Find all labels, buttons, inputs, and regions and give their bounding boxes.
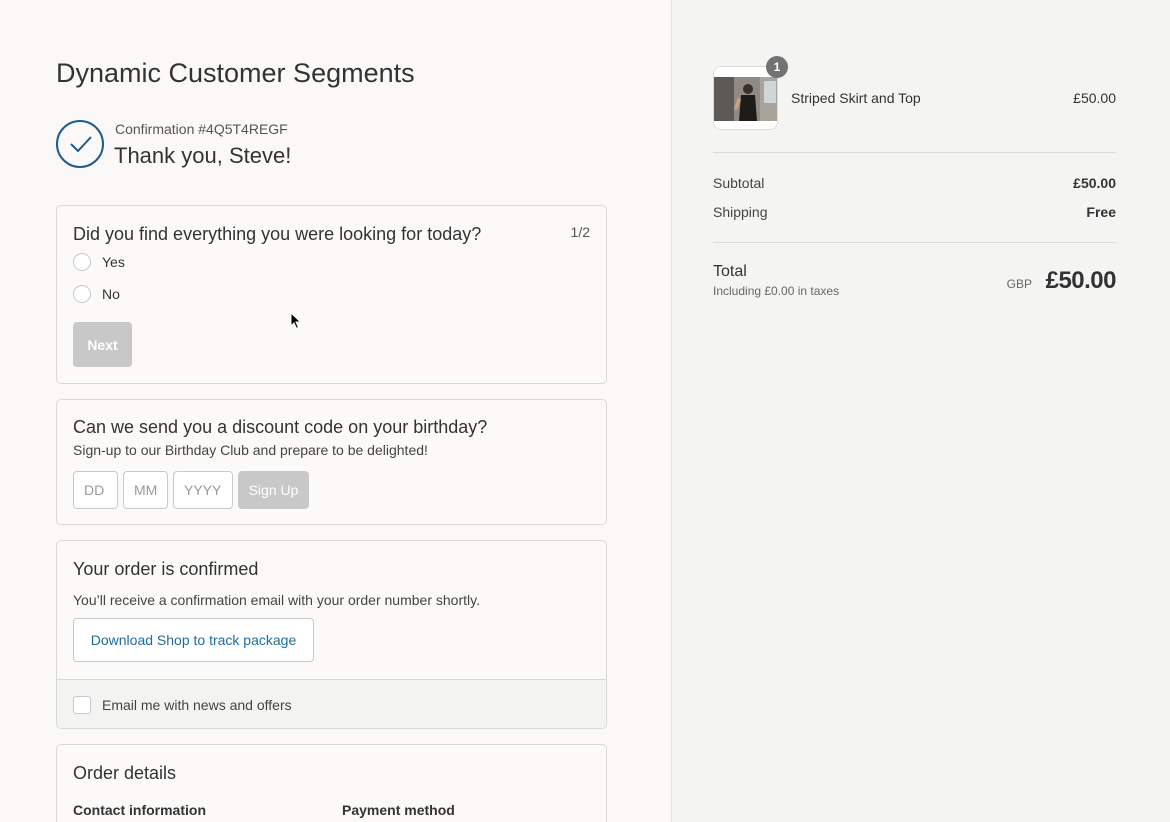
product-price: £50.00 [1073,90,1116,106]
tax-note: Including £0.00 in taxes [713,284,840,298]
shop-name: Dynamic Customer Segments [56,58,415,88]
contact-information-heading: Contact information [73,802,206,818]
product-name: Striped Skirt and Top [791,90,921,106]
subtotal-label: Subtotal [713,175,765,191]
grand-total: £50.00 [1045,267,1117,294]
order-details-title: Order details [73,763,177,783]
birthday-title: Can we send you a discount code on your … [73,417,488,437]
product-thumbnail [713,66,778,130]
order-confirmed-card: Your order is confirmed You’ll receive a… [56,540,607,729]
order-details-card: Order details Contact information Paymen… [56,744,607,822]
order-confirmed-subtitle: You’ll receive a confirmation email with… [73,592,480,608]
check-circle-icon [56,120,104,168]
shipping-value: Free [1086,204,1116,220]
birthday-month-input[interactable] [123,471,168,509]
next-button[interactable]: Next [73,322,132,367]
subtotal-value: £50.00 [1073,175,1116,191]
payment-method-heading: Payment method [342,802,455,818]
thank-you-heading: Thank you, Steve! [114,143,292,168]
newsletter-label: Email me with news and offers [102,697,292,713]
sign-up-button[interactable]: Sign Up [238,471,309,509]
survey-step: 1/2 [570,224,590,240]
birthday-subtitle: Sign-up to our Birthday Club and prepare… [73,442,428,458]
option-yes[interactable]: Yes [73,253,125,271]
option-no-label: No [102,286,120,302]
quantity-badge: 1 [766,56,788,78]
shipping-label: Shipping [713,204,768,220]
confirmation-number: Confirmation #4Q5T4REGF [115,121,288,137]
survey-question: Did you find everything you were looking… [73,224,482,244]
radio-no[interactable] [73,285,91,303]
divider [713,242,1116,243]
birthday-day-input[interactable] [73,471,118,509]
newsletter-row[interactable]: Email me with news and offers [57,679,606,728]
birthday-card: Can we send you a discount code on your … [56,399,607,525]
download-shop-button[interactable]: Download Shop to track package [73,618,314,662]
option-no[interactable]: No [73,285,120,303]
birthday-year-input[interactable] [173,471,233,509]
order-confirmed-title: Your order is confirmed [73,559,259,579]
option-yes-label: Yes [102,254,125,270]
currency-code: GBP [1006,277,1032,291]
divider [713,152,1116,153]
newsletter-checkbox[interactable] [73,696,91,714]
mouse-cursor-icon [290,312,302,330]
radio-yes[interactable] [73,253,91,271]
survey-card: Did you find everything you were looking… [56,205,607,384]
total-label: Total [713,263,747,280]
